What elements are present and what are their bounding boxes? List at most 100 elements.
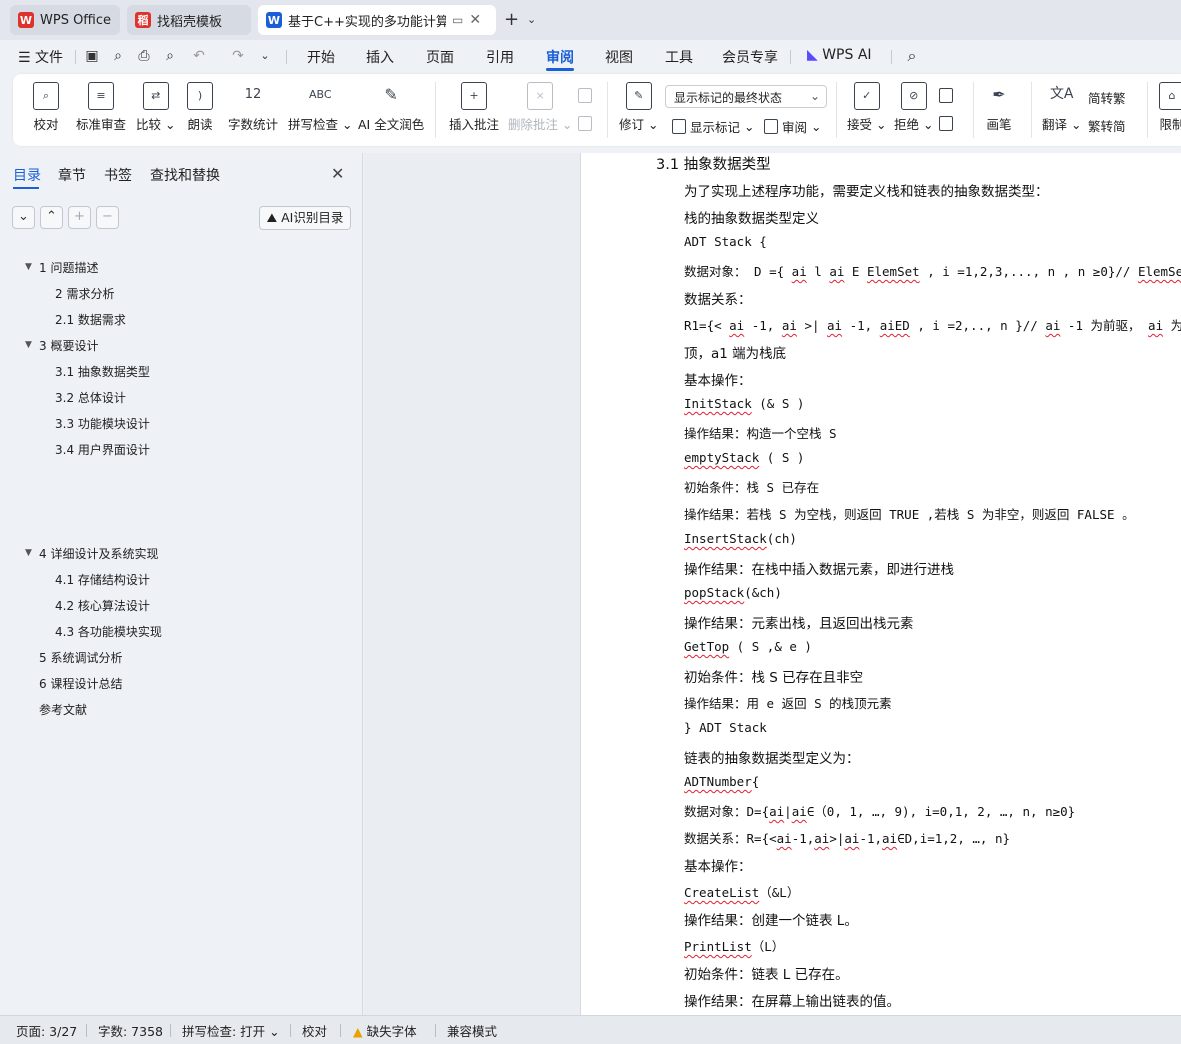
document-line: 数据关系： (684, 292, 752, 308)
undo-icon[interactable]: ↶ (191, 48, 207, 64)
menu-view[interactable]: 视图 (605, 47, 633, 67)
expand-triangle-icon[interactable]: ▼ (25, 548, 32, 558)
save-icon[interactable]: ▣ (84, 48, 100, 64)
chevron-down-icon[interactable]: ⌄ (257, 48, 273, 64)
spell-check-status: 拼写检查: 打开 (182, 1024, 266, 1039)
standard-review-button[interactable]: ≡ 标准审查 (76, 82, 126, 133)
restrict-editing-button[interactable]: ⌂ 限制 (1159, 82, 1181, 133)
nav-tab-chapters[interactable]: 章节 (58, 165, 86, 185)
screen-icon[interactable]: ▭ (452, 13, 463, 27)
document-check-icon: ≡ (88, 82, 114, 110)
ribbon-toolbar: ⌕ 校对 ≡ 标准审查 ⇄ 比较 ⌄ ) 朗读 12 字数统计 ABC 拼写检查… (13, 74, 1181, 146)
expand-up-button[interactable]: ⌃ (40, 206, 63, 229)
tab-document[interactable]: W 基于C++实现的多功能计算器 ▭ ✕ (258, 5, 496, 35)
promote-button[interactable]: + (68, 206, 91, 229)
delete-comment-label: 删除批注 ⌄ (508, 117, 573, 132)
toc-item[interactable]: 3.3 功能模块设计 (55, 415, 150, 432)
read-aloud-button[interactable]: ) 朗读 (187, 82, 213, 133)
page-indicator[interactable]: 页面: 3/27 (16, 1021, 77, 1040)
toc-item[interactable]: 3.2 总体设计 (55, 389, 126, 406)
review-pane-button[interactable]: 审阅 ⌄ (764, 117, 821, 136)
close-tab-icon[interactable]: ✕ (469, 12, 481, 28)
document-page[interactable]: 3.1 抽象数据类型 为了实现上述程序功能，需要定义栈和链表的抽象数据类型： 栈的… (580, 153, 1181, 1015)
word-count-button[interactable]: 12 字数统计 (228, 82, 278, 133)
menu-start[interactable]: 开始 (307, 47, 335, 67)
toc-item[interactable]: 2 需求分析 (55, 285, 114, 302)
proofread-icon: ⌕ (33, 82, 59, 110)
toc-item[interactable]: 6 课程设计总结 (39, 675, 122, 692)
word-count-indicator[interactable]: 字数: 7358 (98, 1021, 163, 1040)
track-changes-button[interactable]: ✎ 修订 ⌄ (619, 82, 658, 133)
simplified-icon: 繁 (1088, 119, 1101, 134)
toc-item[interactable]: 2.1 数据需求 (55, 311, 126, 328)
next-change-button[interactable] (939, 116, 957, 131)
search-icon[interactable]: ⌕ (904, 48, 920, 64)
spell-check-indicator[interactable]: 拼写检查: 打开 ⌄ (182, 1021, 280, 1040)
toc-item[interactable]: 参考文献 (39, 701, 87, 718)
show-markup-button[interactable]: 显示标记 ⌄ (672, 117, 754, 136)
tab-wps-office[interactable]: W WPS Office (10, 5, 120, 35)
tab-template[interactable]: 稻 找稻壳模板 (127, 5, 251, 35)
toc-item[interactable]: 3.4 用户界面设计 (55, 441, 150, 458)
menu-member[interactable]: 会员专享 (722, 47, 778, 67)
nav-tab-find-replace[interactable]: 查找和替换 (150, 165, 220, 185)
document-line: InsertStack(ch) (684, 531, 797, 546)
nav-tab-toc[interactable]: 目录 (13, 165, 41, 185)
expand-triangle-icon[interactable]: ▼ (25, 262, 32, 272)
print-preview-icon[interactable]: ⌕ (162, 48, 178, 64)
reject-button[interactable]: ⊘ 拒绝 ⌄ (894, 82, 933, 133)
to-simplified-button[interactable]: 繁 转简 (1088, 116, 1126, 135)
chevron-down-icon[interactable]: ⌄ (527, 13, 536, 26)
ai-recognize-toc-button[interactable]: ⛰ AI识别目录 (259, 206, 351, 230)
insert-comment-button[interactable]: + 插入批注 (449, 82, 499, 133)
compat-mode-indicator: 兼容模式 (447, 1024, 498, 1039)
nav-tab-bookmarks[interactable]: 书签 (104, 165, 132, 185)
accept-label: 接受 ⌄ (847, 117, 887, 132)
print-icon[interactable]: ⎙ (136, 48, 152, 64)
menu-reference[interactable]: 引用 (486, 47, 514, 67)
document-line: 为了实现上述程序功能，需要定义栈和链表的抽象数据类型： (684, 184, 1049, 200)
toc-item[interactable]: 1 问题描述 (39, 259, 98, 276)
menu-review[interactable]: 审阅 (546, 47, 574, 67)
toc-item[interactable]: 3.1 抽象数据类型 (55, 363, 150, 380)
proofread-indicator[interactable]: 校对 (302, 1021, 327, 1040)
document-line: ADTNumber{ (684, 774, 760, 789)
spell-check-button[interactable]: ABC 拼写检查 ⌄ (288, 82, 352, 133)
proofread-button[interactable]: ⌕ 校对 (33, 82, 59, 133)
document-line: 操作结果：若栈 S 为空栈，则返回 TRUE ,若栈 S 为非空，则返回 FAL… (684, 507, 1135, 522)
search-doc-icon[interactable]: ⌕ (110, 48, 126, 64)
missing-font-indicator[interactable]: ▲ 缺失字体 (353, 1021, 417, 1040)
menu-insert[interactable]: 插入 (366, 47, 394, 67)
toc-item[interactable]: 4.3 各功能模块实现 (55, 623, 162, 640)
toc-item[interactable]: 4.2 核心算法设计 (55, 597, 150, 614)
delete-comment-button[interactable]: × 删除批注 ⌄ (508, 82, 572, 133)
translate-label: 翻译 ⌄ (1042, 117, 1082, 132)
next-comment-button[interactable] (578, 116, 596, 131)
toc-item[interactable]: 4.1 存储结构设计 (55, 571, 150, 588)
close-icon[interactable]: ✕ (331, 164, 344, 183)
ai-polish-button[interactable]: ✎ AI 全文润色 (358, 82, 424, 133)
compare-button[interactable]: ⇄ 比较 ⌄ (136, 82, 175, 133)
display-mode-select[interactable]: 显示标记的最终状态 ⌄ (665, 85, 827, 108)
translate-icon: 文A (1049, 86, 1074, 102)
reject-icon: ⊘ (900, 82, 927, 110)
previous-change-button[interactable] (939, 88, 957, 103)
to-traditional-button[interactable]: 简 转繁 (1088, 88, 1126, 107)
toc-item[interactable]: 4 详细设计及系统实现 (39, 545, 158, 562)
translate-button[interactable]: 文A 翻译 ⌄ (1042, 82, 1081, 133)
pen-button[interactable]: ✒ 画笔 (986, 82, 1012, 133)
file-menu[interactable]: ☰ 文件 (18, 47, 63, 67)
redo-icon[interactable]: ↷ (230, 48, 246, 64)
new-tab-icon[interactable]: + (504, 9, 519, 30)
wps-ai-menu[interactable]: ◣ WPS AI (807, 47, 872, 63)
menu-page[interactable]: 页面 (426, 47, 454, 67)
accept-button[interactable]: ✓ 接受 ⌄ (847, 82, 886, 133)
toc-item[interactable]: 3 概要设计 (39, 337, 98, 354)
previous-comment-button[interactable] (578, 88, 596, 103)
divider (290, 1024, 291, 1037)
expand-triangle-icon[interactable]: ▼ (25, 340, 32, 350)
toc-item[interactable]: 5 系统调试分析 (39, 649, 122, 666)
menu-tools[interactable]: 工具 (665, 47, 693, 67)
collapse-all-button[interactable]: ⌄ (12, 206, 35, 229)
demote-button[interactable]: − (96, 206, 119, 229)
